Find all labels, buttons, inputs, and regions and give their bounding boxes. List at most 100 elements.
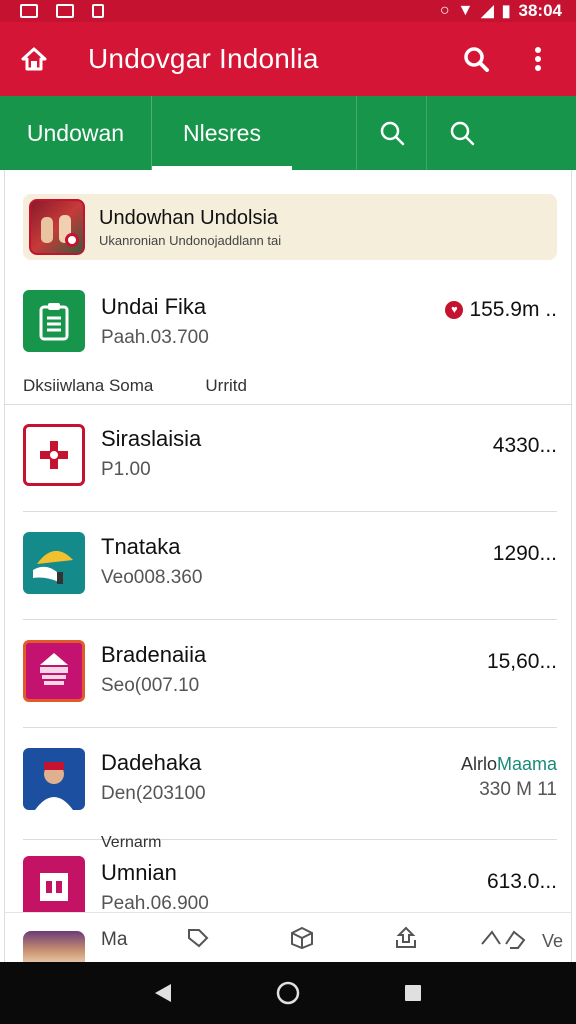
person-photo-icon bbox=[23, 748, 85, 810]
share-button[interactable] bbox=[391, 925, 421, 951]
item-value: 4330... bbox=[492, 434, 557, 457]
item-value-top-dark: Alrlo bbox=[460, 754, 497, 774]
list-item[interactable]: Dadehaka Den(203100 AlrloMaama 330 M 11 bbox=[23, 730, 557, 840]
box-icon bbox=[291, 926, 313, 950]
search-icon bbox=[464, 47, 489, 72]
heart-icon: ♥ bbox=[445, 301, 464, 319]
banner-figure bbox=[41, 217, 53, 243]
search-icon bbox=[450, 121, 474, 146]
box-button[interactable] bbox=[287, 925, 317, 951]
item-value: 1290... bbox=[492, 542, 557, 565]
recents-square-icon bbox=[405, 985, 422, 1001]
home-icon bbox=[21, 47, 47, 71]
item-name: Undai Fika bbox=[101, 294, 207, 319]
section-labels: Dksiiwlana Soma Urritd bbox=[23, 376, 247, 396]
item-sub: P1.00 bbox=[101, 459, 151, 480]
tab-bar: Undowan Nlesres bbox=[0, 96, 576, 170]
item-value-top: AlrloMaama bbox=[461, 754, 557, 775]
toolbar-label: Ma bbox=[101, 929, 128, 950]
back-triangle-icon bbox=[154, 984, 171, 1002]
tab-label: Nlesres bbox=[183, 119, 261, 146]
banner-text: Undowhan Undolsia Ukanronian Undonojaddl… bbox=[99, 207, 281, 248]
item-value-bottom: 330 M 11 bbox=[479, 779, 557, 800]
section-divider bbox=[5, 404, 571, 405]
banner-subtitle: Ukanronian Undonojaddlann tai bbox=[99, 232, 282, 248]
signal-icon: ◢ bbox=[481, 3, 494, 20]
banner-badge-icon bbox=[65, 233, 79, 247]
wifi-icon: ▼ bbox=[457, 2, 474, 19]
section-label: Urritd bbox=[205, 376, 247, 395]
status-bar: ○ ▼ ◢ ▮ 38:04 bbox=[0, 0, 576, 22]
item-name: Dadehaka bbox=[101, 750, 202, 775]
overflow-menu-button[interactable] bbox=[518, 39, 558, 79]
alarm-icon: ○ bbox=[439, 2, 450, 19]
toolbar-end-label: Ve bbox=[541, 931, 563, 951]
banner-image bbox=[29, 199, 85, 255]
item-text: Bradenaiia Seo(007.10 bbox=[101, 642, 206, 697]
tab-label: Undowan bbox=[26, 119, 125, 146]
status-time: 38:04 bbox=[518, 1, 562, 20]
banner-title: Undowhan Undolsia bbox=[99, 206, 279, 229]
item-text: Dadehaka Den(203100 bbox=[101, 750, 206, 805]
item-value-text: 155.9m .. bbox=[469, 298, 557, 321]
status-notification-icons bbox=[20, 4, 104, 18]
item-value: AlrloMaama 330 M 11 bbox=[461, 754, 557, 801]
item-sub: Seo(007.10 bbox=[101, 675, 200, 696]
section-label: Dksiiwlana Soma bbox=[23, 376, 154, 395]
item-pre-label: Vernarm bbox=[101, 834, 162, 851]
item-name: Tnataka bbox=[101, 534, 181, 559]
search-button[interactable] bbox=[456, 39, 496, 79]
tab-nlesres[interactable]: Nlesres bbox=[152, 96, 292, 170]
app-actions bbox=[456, 39, 576, 79]
search-icon bbox=[380, 121, 404, 146]
system-nav-bar bbox=[0, 962, 576, 1024]
image-notification-icon bbox=[20, 4, 38, 18]
status-indicators: ○ ▼ ◢ ▮ 38:04 bbox=[440, 1, 562, 21]
bottom-toolbar: Ma Ve bbox=[4, 912, 572, 963]
forward-button[interactable] bbox=[479, 925, 531, 951]
item-name: Bradenaiia bbox=[101, 642, 207, 667]
tab-search-2[interactable] bbox=[426, 96, 496, 170]
forward-icon bbox=[481, 930, 526, 949]
list-item[interactable]: Vernarm Umnian Peah.06.900 613.0... bbox=[23, 834, 557, 918]
item-name: Siraslaisia bbox=[101, 426, 202, 451]
home-button[interactable] bbox=[0, 22, 68, 96]
clipboard-icon bbox=[23, 290, 85, 352]
muted-notification-icon bbox=[56, 4, 74, 18]
item-text: Siraslaisia P1.00 bbox=[101, 426, 201, 481]
app-title: Undovgar Indonlia bbox=[88, 43, 319, 74]
item-text: Tnataka Veo008.360 bbox=[101, 534, 202, 589]
featured-item[interactable]: Undai Fika Paah.03.700 ♥ 155.9m .. bbox=[23, 288, 557, 360]
content-area: Undowhan Undolsia Ukanronian Undonojaddl… bbox=[4, 170, 572, 918]
home-circle-icon bbox=[276, 981, 300, 1005]
list-item[interactable]: Bradenaiia Seo(007.10 15,60... bbox=[23, 622, 557, 728]
share-icon bbox=[396, 926, 416, 948]
avatar[interactable] bbox=[23, 931, 85, 963]
shop-badge-icon bbox=[23, 640, 85, 702]
tag-icon bbox=[188, 929, 209, 948]
tab-spacer bbox=[292, 96, 356, 170]
item-value-top-teal: Maama bbox=[496, 754, 557, 774]
promo-banner[interactable]: Undowhan Undolsia Ukanronian Undonojaddl… bbox=[23, 194, 557, 260]
item-value: 15,60... bbox=[486, 650, 557, 673]
list-item[interactable]: Siraslaisia P1.00 4330... bbox=[23, 406, 557, 512]
tab-search-1[interactable] bbox=[356, 96, 426, 170]
item-value: 613.0... bbox=[486, 870, 557, 893]
tab-undowan[interactable]: Undowan bbox=[0, 96, 152, 170]
featured-text: Undai Fika Paah.03.700 bbox=[101, 294, 209, 349]
battery-icon: ▮ bbox=[501, 3, 511, 20]
item-sub: Den(203100 bbox=[101, 783, 206, 804]
item-sub: Veo008.360 bbox=[101, 567, 203, 588]
item-sub: Paah.03.700 bbox=[101, 327, 209, 348]
tag-button[interactable] bbox=[183, 925, 213, 951]
item-name: Umnian bbox=[101, 860, 177, 885]
file-notification-icon bbox=[92, 4, 104, 18]
list-item[interactable]: Tnataka Veo008.360 1290... bbox=[23, 514, 557, 620]
nav-home-button[interactable] bbox=[268, 973, 308, 1013]
medical-cross-icon bbox=[23, 424, 85, 486]
item-value: ♥ 155.9m .. bbox=[445, 298, 557, 322]
nav-recents-button[interactable] bbox=[393, 973, 433, 1013]
nav-back-button[interactable] bbox=[143, 973, 183, 1013]
app-bar: Undovgar Indonlia bbox=[0, 22, 576, 96]
item-text: Umnian Peah.06.900 bbox=[101, 860, 209, 915]
